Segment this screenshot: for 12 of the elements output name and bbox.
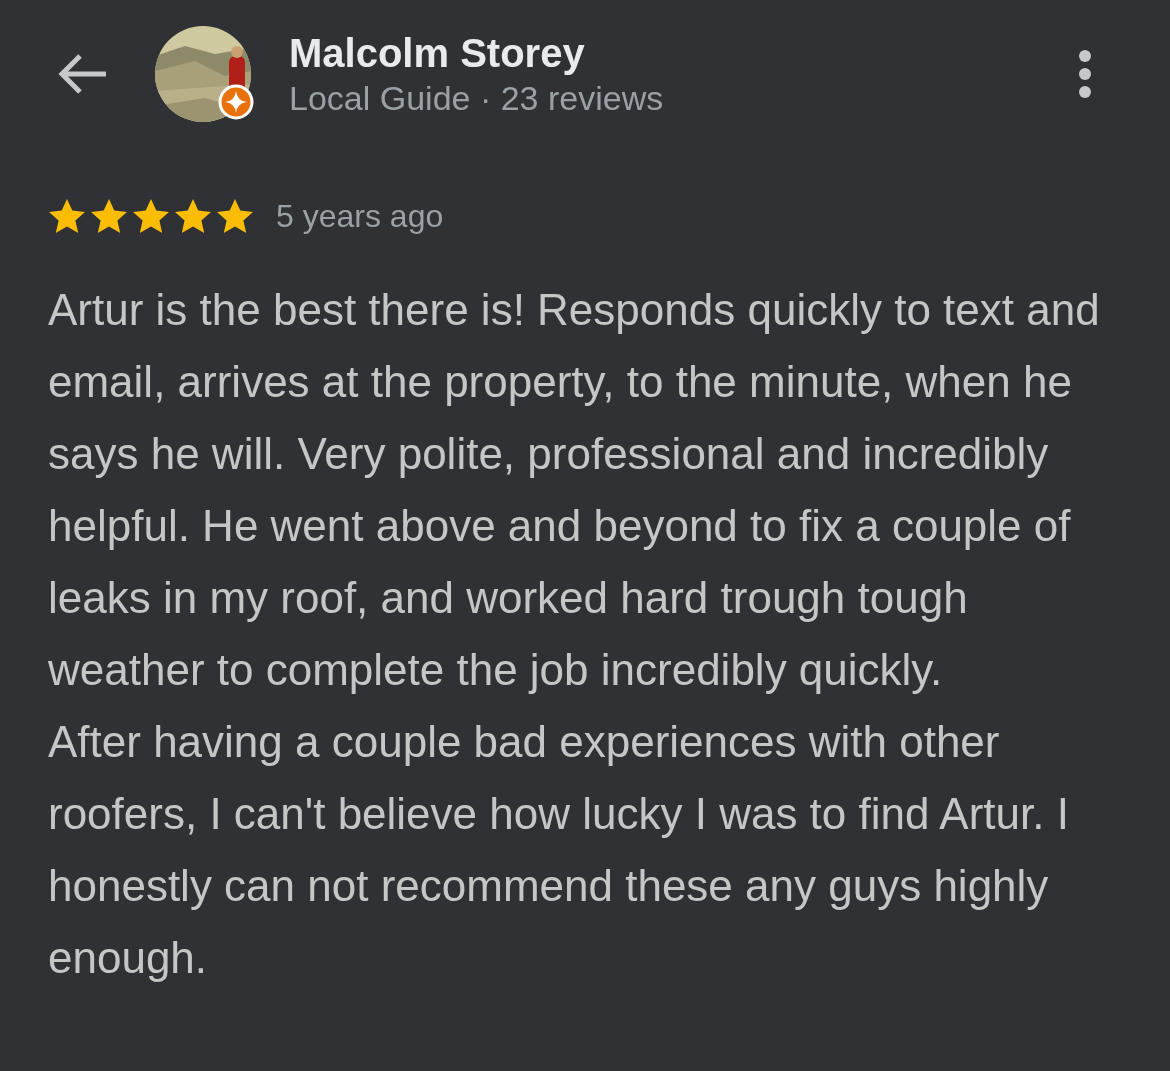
- review-text: Artur is the best there is! Responds quickly to text and email, arrives at the property, to the minute, when he says he will. Very polite, professional and incredibly helpful. He went above and beyond to fix a couple of leaks in my roof, and worked hard trough tough weather to complete the job incredibly quickly.: [48, 284, 1101, 696]
- star-icon: [132, 198, 170, 234]
- back-button[interactable]: [58, 52, 108, 96]
- reviewer-info: Local Guide · 23 reviews: [289, 78, 665, 119]
- review-time: 5 years ago: [276, 197, 444, 235]
- more-options-icon[interactable]: [1078, 49, 1092, 99]
- review-text: After having a couple bad experiences with other roofers, I can't believe how lucky I was to find Artur. I honestly can not recommend these any guys highly enough.: [48, 716, 1070, 984]
- reviewer-name: Malcolm Storey: [289, 30, 586, 77]
- star-icon: [48, 198, 86, 234]
- star-icon: [216, 198, 254, 234]
- star-icon: [90, 198, 128, 234]
- star-icon: [174, 198, 212, 234]
